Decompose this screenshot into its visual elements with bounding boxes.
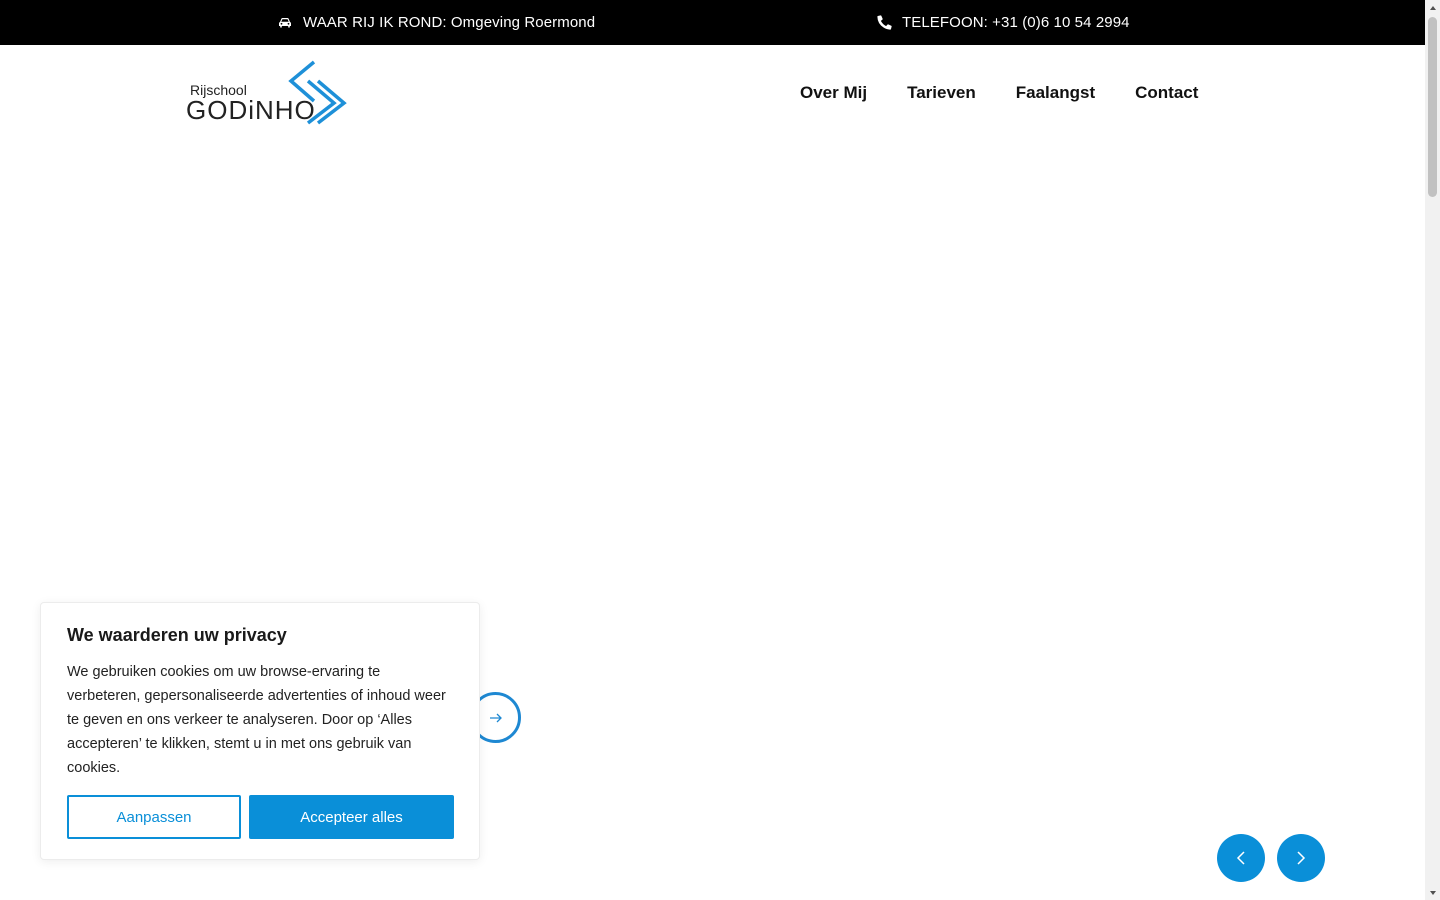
customize-button[interactable]: Aanpassen: [67, 795, 241, 839]
cookie-title: We waarderen uw privacy: [67, 625, 287, 645]
cookie-text: We gebruiken cookies om uw browse-ervari…: [67, 664, 446, 776]
phone-text: TELEFOON: +31 (0)6 10 54 2994: [902, 14, 1130, 31]
nav-item-tarieven[interactable]: Tarieven: [907, 83, 976, 103]
chevron-right-icon: [1297, 851, 1306, 865]
accept-all-button[interactable]: Accepteer alles: [249, 795, 454, 839]
arrow-right-icon: [489, 713, 502, 722]
scroll-down-icon[interactable]: [1425, 885, 1440, 900]
slider-prev-button[interactable]: [1217, 834, 1265, 882]
nav-item-over-mij[interactable]: Over Mij: [800, 83, 867, 103]
page: WAAR RIJ IK ROND: Omgeving Roermond TELE…: [0, 0, 1440, 900]
nav-item-faalangst[interactable]: Faalangst: [1016, 83, 1095, 103]
site-header: Rijschool GODiNHO Over Mij Tarieven Faal…: [0, 45, 1425, 140]
nav-item-contact[interactable]: Contact: [1135, 83, 1198, 103]
scrollbar-thumb[interactable]: [1428, 17, 1437, 197]
page-scrollbar[interactable]: [1425, 0, 1440, 900]
location-text: WAAR RIJ IK ROND: Omgeving Roermond: [303, 14, 596, 31]
site-logo[interactable]: Rijschool GODiNHO: [186, 59, 356, 129]
phone-icon: [876, 15, 892, 31]
cookie-consent-banner: We waarderen uw privacy We gebruiken coo…: [40, 602, 480, 860]
top-info-bar: WAAR RIJ IK ROND: Omgeving Roermond TELE…: [0, 0, 1425, 45]
main-nav: Over Mij Tarieven Faalangst Contact: [800, 45, 1198, 140]
phone-info[interactable]: TELEFOON: +31 (0)6 10 54 2994: [876, 0, 1130, 45]
slider-next-button[interactable]: [1277, 834, 1325, 882]
logo-chevrons-icon: [288, 60, 347, 125]
chevron-left-icon: [1236, 851, 1245, 865]
car-icon: [277, 15, 293, 31]
scroll-up-icon[interactable]: [1425, 0, 1440, 15]
location-info: WAAR RIJ IK ROND: Omgeving Roermond: [277, 0, 595, 45]
